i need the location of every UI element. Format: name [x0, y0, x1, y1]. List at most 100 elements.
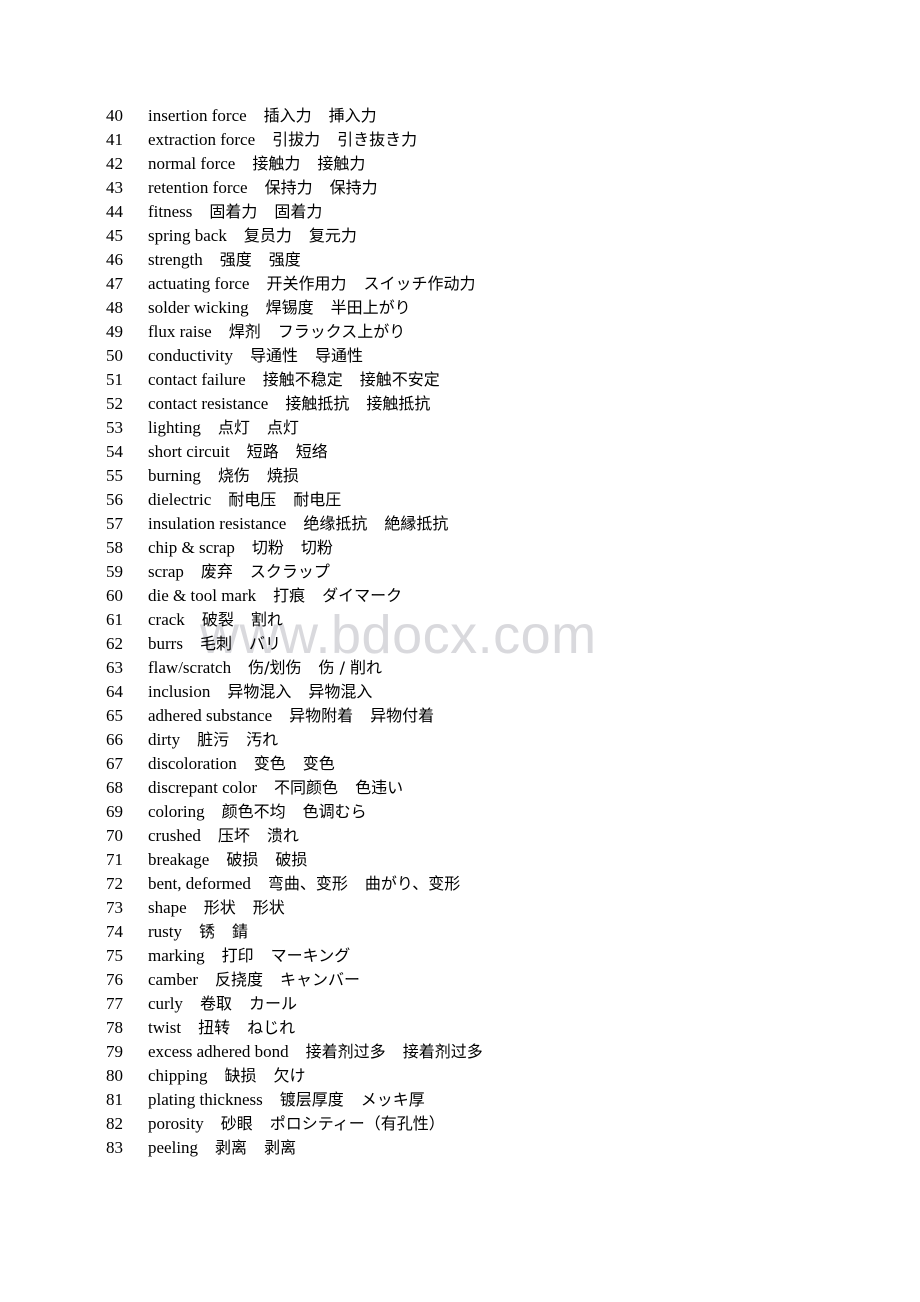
entry-number: 48	[106, 298, 123, 317]
entry-term-chinese: 固着力	[209, 202, 258, 221]
entry-terms: burrs 毛刺 バリ	[148, 632, 281, 656]
entry-terms: dielectric 耐电压 耐电圧	[148, 488, 341, 512]
entry-term-chinese: 卷取	[199, 994, 232, 1013]
glossary-entry: 58 chip & scrap 切粉 切粉	[0, 536, 920, 560]
entry-term-chinese: 接触力	[252, 154, 301, 173]
entry-number: 46	[106, 250, 123, 269]
entry-term-chinese: 反挠度	[215, 970, 264, 989]
entry-term-japanese: メッキ厚	[360, 1090, 425, 1109]
entry-term-japanese: 破损	[275, 850, 308, 869]
entry-number: 65	[106, 706, 123, 725]
entry-term-japanese: フラックス上がり	[277, 322, 406, 341]
entry-term-japanese: 导通性	[315, 346, 364, 365]
entry-number: 66	[106, 730, 123, 749]
entry-term-english: marking	[148, 946, 205, 965]
entry-terms: fitness 固着力 固着力	[148, 200, 322, 224]
entry-number: 73	[106, 898, 123, 917]
entry-number: 59	[106, 562, 123, 581]
entry-term-english: shape	[148, 898, 187, 917]
entry-number: 64	[106, 682, 123, 701]
entry-terms: rusty 锈錆	[148, 920, 248, 944]
entry-terms: discoloration 变色 变色	[148, 752, 335, 776]
entry-terms: marking 打印 マーキング	[148, 944, 350, 968]
entry-term-japanese: 接触不安定	[359, 370, 440, 389]
glossary-entry: 74 rusty 锈錆	[0, 920, 920, 944]
entry-term-chinese: 烧伤	[217, 466, 250, 485]
glossary-entry: 43 retention force 保持力 保持力	[0, 176, 920, 200]
glossary-entry: 65 adhered substance 异物附着 异物付着	[0, 704, 920, 728]
entry-term-japanese: 异物付着	[370, 706, 435, 725]
glossary-entry: 64 inclusion 异物混入 异物混入	[0, 680, 920, 704]
entry-term-english: lighting	[148, 418, 201, 437]
entry-terms: retention force 保持力 保持力	[148, 176, 378, 200]
entry-terms: scrap 废弃 スクラップ	[148, 560, 330, 584]
entry-terms: insulation resistance 绝缘抵抗 絶縁抵抗	[148, 512, 448, 536]
entry-terms: adhered substance 异物附着 异物付着	[148, 704, 434, 728]
glossary-entry: 62 burrs 毛刺 バリ	[0, 632, 920, 656]
entry-number: 69	[106, 802, 123, 821]
glossary-entry: 57 insulation resistance 绝缘抵抗 絶縁抵抗	[0, 512, 920, 536]
entry-term-japanese: キャンバー	[280, 970, 361, 989]
entry-term-japanese: 欠け	[273, 1066, 306, 1085]
entry-term-japanese: 接着剂过多	[402, 1042, 483, 1061]
entry-term-chinese: 镀层厚度	[279, 1090, 344, 1109]
glossary-entry: 69 coloring 颜色不均 色调むら	[0, 800, 920, 824]
glossary-entry: 81 plating thickness 镀层厚度 メッキ厚	[0, 1088, 920, 1112]
entry-term-chinese: 变色	[253, 754, 286, 773]
glossary-entry: 82 porosity 砂眼 ポロシティー（有孔性）	[0, 1112, 920, 1136]
entry-term-japanese: 耐电圧	[293, 490, 342, 509]
entry-number: 60	[106, 586, 123, 605]
entry-number: 41	[106, 130, 123, 149]
entry-term-japanese: 复元力	[308, 226, 357, 245]
entry-term-japanese: スクラップ	[249, 562, 330, 581]
entry-term-english: flux raise	[148, 322, 212, 341]
glossary-entry: 72 bent, deformed 弯曲、变形 曲がり、变形	[0, 872, 920, 896]
entry-term-japanese: 固着力	[274, 202, 323, 221]
entry-term-english: coloring	[148, 802, 205, 821]
entry-term-english: burrs	[148, 634, 183, 653]
entry-number: 47	[106, 274, 123, 293]
entry-term-english: bent, deformed	[148, 874, 251, 893]
entry-number: 49	[106, 322, 123, 341]
entry-term-japanese: 异物混入	[308, 682, 373, 701]
entry-terms: actuating force 开关作用力 スイッチ作动力	[148, 272, 476, 296]
glossary-entry: 67 discoloration 变色 变色	[0, 752, 920, 776]
entry-term-english: discrepant color	[148, 778, 258, 797]
entry-terms: die & tool mark 打痕 ダイマーク	[148, 584, 402, 608]
entry-term-english: normal force	[148, 154, 236, 173]
entry-term-chinese: 短路	[246, 442, 279, 461]
entry-number: 63	[106, 658, 123, 677]
entry-number: 76	[106, 970, 123, 989]
entry-term-english: discoloration	[148, 754, 237, 773]
entry-number: 67	[106, 754, 123, 773]
entry-term-chinese: 接触抵抗	[285, 394, 350, 413]
glossary-entry: 66 dirty 脏污 汚れ	[0, 728, 920, 752]
entry-number: 68	[106, 778, 123, 797]
glossary-entry: 77 curly 卷取 カール	[0, 992, 920, 1016]
glossary-entry: 73 shape 形状 形状	[0, 896, 920, 920]
entry-number: 74	[106, 922, 123, 941]
glossary-entry: 80 chipping 缺损 欠け	[0, 1064, 920, 1088]
entry-term-english: chipping	[148, 1066, 208, 1085]
glossary-entry: 44 fitness 固着力 固着力	[0, 200, 920, 224]
entry-number: 56	[106, 490, 123, 509]
entry-number: 53	[106, 418, 123, 437]
entry-terms: flaw/scratch 伤/划伤伤 / 削れ	[148, 656, 382, 680]
entry-term-japanese: 接触力	[317, 154, 366, 173]
entry-term-chinese: 打痕	[273, 586, 306, 605]
entry-term-english: breakage	[148, 850, 210, 869]
entry-term-chinese: 破损	[226, 850, 259, 869]
entry-term-chinese: 锈	[199, 922, 216, 941]
entry-terms: flux raise 焊剂 フラックス上がり	[148, 320, 405, 344]
entry-term-japanese: 剥离	[264, 1138, 297, 1157]
entry-term-chinese: 强度	[219, 250, 252, 269]
entry-terms: crack 破裂 割れ	[148, 608, 283, 632]
entry-term-chinese: 绝缘抵抗	[303, 514, 368, 533]
glossary-entry: 52 contact resistance 接触抵抗 接触抵抗	[0, 392, 920, 416]
glossary-entry: 59 scrap 废弃 スクラップ	[0, 560, 920, 584]
entry-term-japanese: 接触抵抗	[366, 394, 431, 413]
entry-terms: excess adhered bond 接着剂过多 接着剂过多	[148, 1040, 483, 1064]
entry-term-english: flaw/scratch	[148, 658, 232, 677]
entry-term-english: scrap	[148, 562, 184, 581]
entry-term-chinese: 焊锡度	[265, 298, 314, 317]
